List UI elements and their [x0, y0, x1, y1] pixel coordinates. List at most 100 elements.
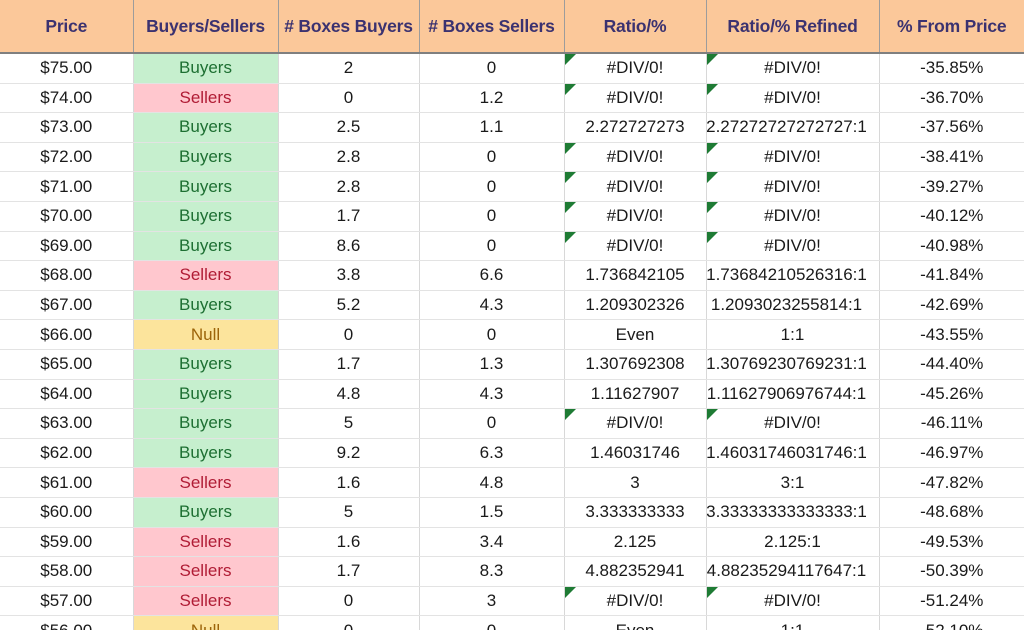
cell-boxes-sellers[interactable]: 0 — [419, 408, 565, 439]
cell-boxes-buyers[interactable]: 2.8 — [278, 171, 420, 202]
cell-ratio[interactable]: 1.46031746 — [564, 438, 707, 469]
cell-boxes-buyers[interactable]: 1.7 — [278, 349, 420, 380]
table-row[interactable]: $65.00 Buyers 1.7 1.3 1.307692308 1.307692307… — [0, 349, 1024, 380]
cell-boxes-sellers[interactable]: 0 — [419, 615, 565, 630]
column-header-ratio-refined[interactable]: Ratio/% Refined — [706, 0, 880, 54]
cell-boxes-sellers[interactable]: 0 — [419, 231, 565, 262]
cell-buyers-sellers-status[interactable]: Buyers — [133, 349, 279, 380]
cell-boxes-sellers[interactable]: 3.4 — [419, 527, 565, 558]
cell-price[interactable]: $69.00 — [0, 231, 134, 262]
cell-price[interactable]: $70.00 — [0, 201, 134, 232]
column-header-boxes-sellers[interactable]: # Boxes Sellers — [419, 0, 565, 54]
cell-buyers-sellers-status[interactable]: Buyers — [133, 112, 279, 143]
cell-buyers-sellers-status[interactable]: Sellers — [133, 556, 279, 587]
cell-price[interactable]: $65.00 — [0, 349, 134, 380]
cell-ratio[interactable]: 1.736842105 — [564, 260, 707, 291]
table-row[interactable]: $62.00 Buyers 9.2 6.3 1.46031746 1.4603174603… — [0, 438, 1024, 469]
cell-boxes-sellers[interactable]: 1.5 — [419, 497, 565, 528]
cell-ratio-refined[interactable]: #DIV/0! — [706, 53, 880, 84]
cell-buyers-sellers-status[interactable]: Sellers — [133, 527, 279, 558]
table-row[interactable]: $71.00 Buyers 2.8 0 #DIV/0! #DIV/0! -39.27% — [0, 171, 1024, 202]
cell-ratio-refined[interactable]: #DIV/0! — [706, 83, 880, 114]
table-row[interactable]: $66.00 Null 0 0 Even 1:1 -43.55% — [0, 319, 1024, 350]
cell-price[interactable]: $60.00 — [0, 497, 134, 528]
cell-ratio-refined[interactable]: #DIV/0! — [706, 171, 880, 202]
cell-buyers-sellers-status[interactable]: Buyers — [133, 231, 279, 262]
cell-pct-from-price[interactable]: -42.69% — [879, 290, 1024, 321]
cell-ratio[interactable]: 2.125 — [564, 527, 707, 558]
cell-buyers-sellers-status[interactable]: Null — [133, 615, 279, 630]
table-row[interactable]: $63.00 Buyers 5 0 #DIV/0! #DIV/0! -46.11% — [0, 408, 1024, 439]
cell-buyers-sellers-status[interactable]: Buyers — [133, 290, 279, 321]
table-row[interactable]: $58.00 Sellers 1.7 8.3 4.882352941 4.88235294… — [0, 556, 1024, 587]
table-row[interactable]: $72.00 Buyers 2.8 0 #DIV/0! #DIV/0! -38.41% — [0, 142, 1024, 173]
cell-boxes-sellers[interactable]: 0 — [419, 201, 565, 232]
cell-ratio-refined[interactable]: #DIV/0! — [706, 142, 880, 173]
cell-price[interactable]: $75.00 — [0, 53, 134, 84]
cell-buyers-sellers-status[interactable]: Buyers — [133, 53, 279, 84]
cell-ratio-refined[interactable]: 4.88235294117647:1 — [706, 556, 880, 587]
cell-pct-from-price[interactable]: -40.98% — [879, 231, 1024, 262]
cell-pct-from-price[interactable]: -48.68% — [879, 497, 1024, 528]
cell-price[interactable]: $67.00 — [0, 290, 134, 321]
cell-buyers-sellers-status[interactable]: Null — [133, 319, 279, 350]
cell-boxes-buyers[interactable]: 5 — [278, 497, 420, 528]
cell-boxes-sellers[interactable]: 1.2 — [419, 83, 565, 114]
cell-ratio[interactable]: #DIV/0! — [564, 83, 707, 114]
table-row[interactable]: $74.00 Sellers 0 1.2 #DIV/0! #DIV/0! -36.70% — [0, 83, 1024, 114]
cell-ratio-refined[interactable]: #DIV/0! — [706, 408, 880, 439]
cell-ratio[interactable]: 4.882352941 — [564, 556, 707, 587]
cell-ratio-refined[interactable]: 1.46031746031746:1 — [706, 438, 880, 469]
cell-ratio-refined[interactable]: 1.30769230769231:1 — [706, 349, 880, 380]
cell-ratio[interactable]: 3.333333333 — [564, 497, 707, 528]
cell-ratio-refined[interactable]: 3:1 — [706, 467, 880, 498]
cell-ratio[interactable]: #DIV/0! — [564, 586, 707, 617]
cell-pct-from-price[interactable]: -44.40% — [879, 349, 1024, 380]
cell-boxes-buyers[interactable]: 5 — [278, 408, 420, 439]
cell-pct-from-price[interactable]: -38.41% — [879, 142, 1024, 173]
cell-ratio[interactable]: #DIV/0! — [564, 171, 707, 202]
cell-ratio[interactable]: 1.307692308 — [564, 349, 707, 380]
cell-boxes-buyers[interactable]: 1.7 — [278, 201, 420, 232]
cell-price[interactable]: $71.00 — [0, 171, 134, 202]
cell-boxes-sellers[interactable]: 1.3 — [419, 349, 565, 380]
cell-boxes-buyers[interactable]: 9.2 — [278, 438, 420, 469]
cell-boxes-sellers[interactable]: 4.8 — [419, 467, 565, 498]
table-row[interactable]: $61.00 Sellers 1.6 4.8 3 3:1 -47.82% — [0, 467, 1024, 498]
table-row[interactable]: $68.00 Sellers 3.8 6.6 1.736842105 1.73684210… — [0, 260, 1024, 291]
cell-ratio-refined[interactable]: 1:1 — [706, 319, 880, 350]
cell-ratio[interactable]: #DIV/0! — [564, 53, 707, 84]
column-header-pct-from-price[interactable]: % From Price — [879, 0, 1024, 54]
cell-boxes-buyers[interactable]: 1.6 — [278, 467, 420, 498]
cell-pct-from-price[interactable]: -37.56% — [879, 112, 1024, 143]
cell-ratio[interactable]: Even — [564, 615, 707, 630]
cell-price[interactable]: $59.00 — [0, 527, 134, 558]
cell-ratio-refined[interactable]: 3.33333333333333:1 — [706, 497, 880, 528]
table-row[interactable]: $60.00 Buyers 5 1.5 3.333333333 3.33333333333… — [0, 497, 1024, 528]
cell-boxes-buyers[interactable]: 0 — [278, 319, 420, 350]
cell-price[interactable]: $57.00 — [0, 586, 134, 617]
cell-boxes-buyers[interactable]: 0 — [278, 586, 420, 617]
table-row[interactable]: $67.00 Buyers 5.2 4.3 1.209302326 1.209302325… — [0, 290, 1024, 321]
cell-pct-from-price[interactable]: -49.53% — [879, 527, 1024, 558]
cell-pct-from-price[interactable]: -46.97% — [879, 438, 1024, 469]
cell-buyers-sellers-status[interactable]: Sellers — [133, 586, 279, 617]
cell-ratio[interactable]: #DIV/0! — [564, 142, 707, 173]
cell-pct-from-price[interactable]: -36.70% — [879, 83, 1024, 114]
cell-boxes-sellers[interactable]: 8.3 — [419, 556, 565, 587]
cell-buyers-sellers-status[interactable]: Sellers — [133, 467, 279, 498]
cell-boxes-buyers[interactable]: 2 — [278, 53, 420, 84]
cell-boxes-sellers[interactable]: 3 — [419, 586, 565, 617]
cell-boxes-sellers[interactable]: 1.1 — [419, 112, 565, 143]
cell-buyers-sellers-status[interactable]: Buyers — [133, 497, 279, 528]
cell-ratio[interactable]: #DIV/0! — [564, 231, 707, 262]
cell-pct-from-price[interactable]: -39.27% — [879, 171, 1024, 202]
cell-price[interactable]: $72.00 — [0, 142, 134, 173]
cell-pct-from-price[interactable]: -50.39% — [879, 556, 1024, 587]
cell-pct-from-price[interactable]: -40.12% — [879, 201, 1024, 232]
cell-ratio-refined[interactable]: 1.2093023255814:1 — [706, 290, 880, 321]
column-header-price[interactable]: Price — [0, 0, 134, 54]
cell-boxes-buyers[interactable]: 1.6 — [278, 527, 420, 558]
cell-price[interactable]: $73.00 — [0, 112, 134, 143]
cell-ratio-refined[interactable]: 2.125:1 — [706, 527, 880, 558]
